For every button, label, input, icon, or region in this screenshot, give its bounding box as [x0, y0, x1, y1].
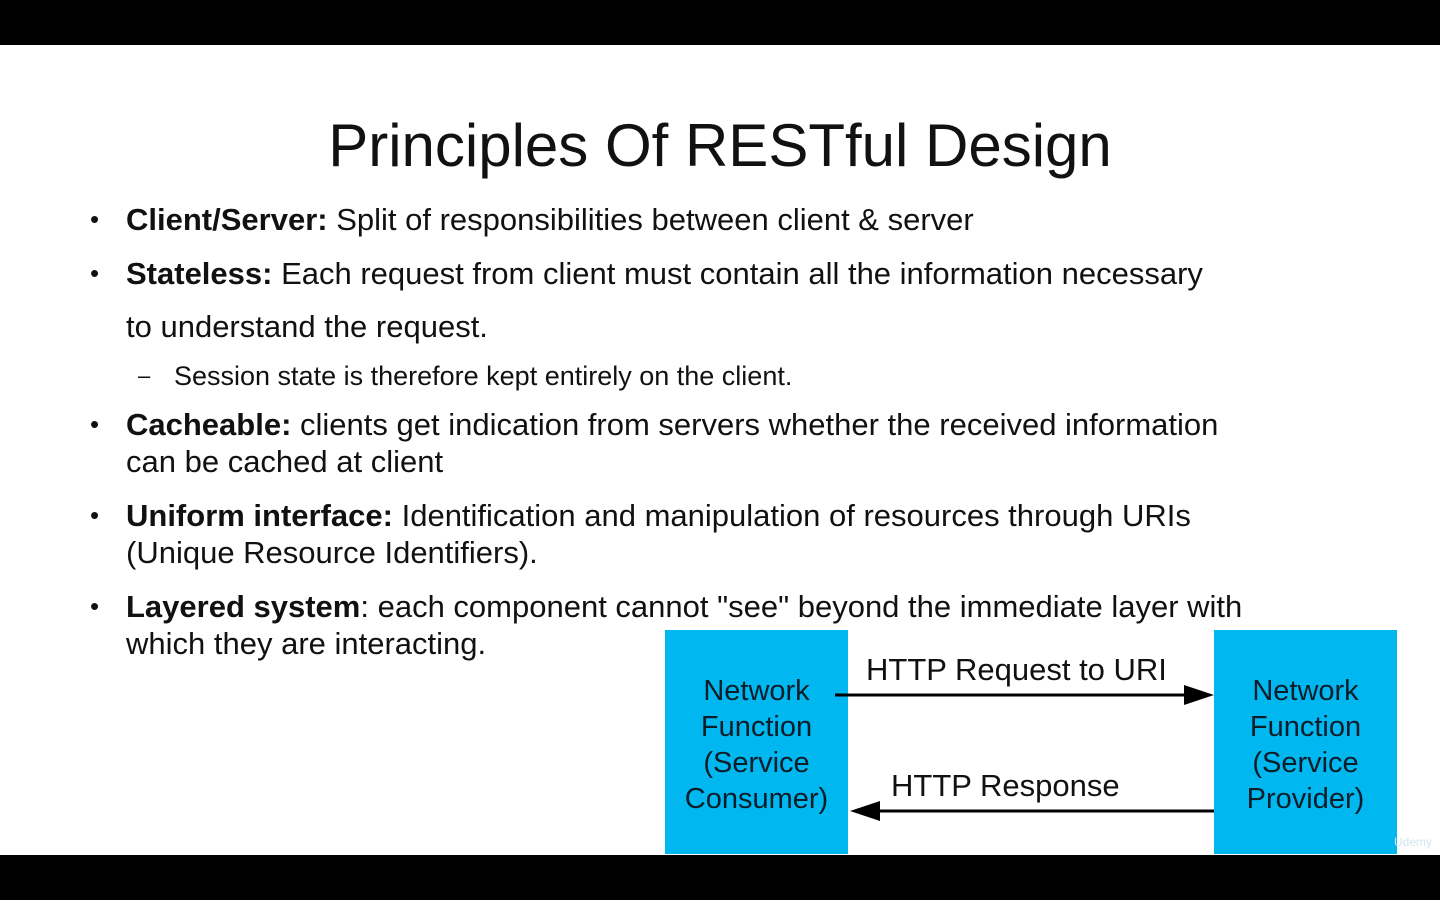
response-arrow [850, 801, 1214, 821]
slide: Principles Of RESTful Design • Client/Se… [0, 45, 1440, 855]
udemy-watermark: Udemy [1393, 835, 1432, 849]
request-arrow [835, 685, 1214, 705]
diagram-arrows [835, 685, 1214, 821]
bottom-letterbox [0, 855, 1440, 900]
